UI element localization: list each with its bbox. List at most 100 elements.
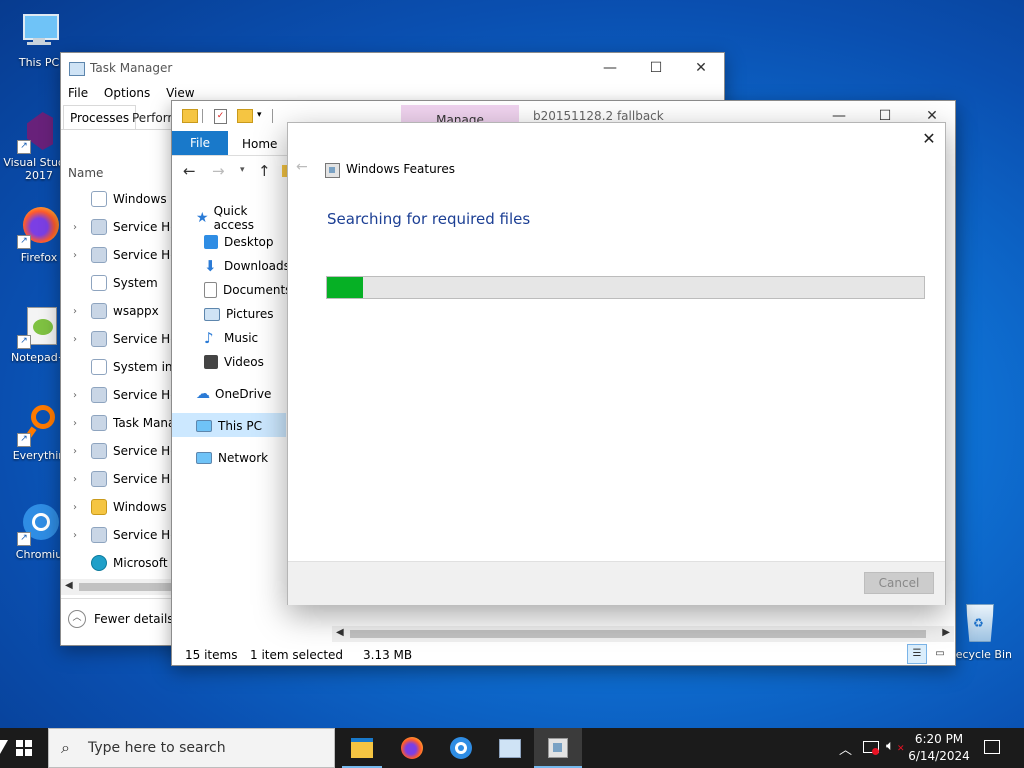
documents-icon	[204, 282, 217, 298]
footer-divider	[61, 598, 173, 599]
visual-studio-icon: ↗	[17, 110, 61, 154]
back-arrow-icon[interactable]: ←	[183, 162, 196, 180]
chromium-icon: ↗	[17, 502, 61, 546]
ribbon-file-tab[interactable]: File	[172, 131, 228, 155]
volume-muted-icon[interactable]: 🔈︎	[886, 738, 894, 754]
action-center-icon[interactable]	[984, 740, 1000, 754]
search-placeholder: Type here to search	[88, 740, 226, 756]
scrollbar-thumb[interactable]	[79, 583, 171, 591]
chevron-up-circle-icon: ︿	[68, 610, 86, 628]
scroll-right-icon[interactable]: ▶	[942, 627, 950, 638]
table-row[interactable]: › Service Hos	[65, 437, 185, 465]
nav-network[interactable]: Network	[196, 447, 268, 469]
table-row[interactable]: › Service Hos	[65, 521, 185, 549]
nav-pictures[interactable]: Pictures	[204, 303, 274, 325]
qat-divider	[202, 109, 203, 123]
new-folder-icon[interactable]	[237, 109, 253, 123]
nav-music-label: Music	[224, 331, 259, 345]
ribbon-home-tab[interactable]: Home	[242, 137, 277, 151]
nav-downloads[interactable]: ⬇ Downloads	[204, 255, 290, 277]
nav-onedrive[interactable]: ☁ OneDrive	[196, 383, 271, 405]
nav-videos[interactable]: Videos	[204, 351, 264, 373]
task-manager-titlebar[interactable]: Task Manager — ☐ ✕	[61, 53, 724, 83]
clock[interactable]: 6:20 PM 6/14/2024	[905, 731, 973, 765]
fewer-details-button[interactable]: ︿ Fewer details	[68, 610, 174, 628]
task-manager-app-icon	[69, 62, 85, 76]
table-row[interactable]: › Windows E	[65, 493, 185, 521]
recent-locations-icon[interactable]: ▾	[240, 165, 245, 175]
table-row[interactable]: › Service Hos	[65, 465, 185, 493]
show-hidden-icons-chevron-icon[interactable]: ︿	[839, 739, 852, 758]
app-window-icon	[91, 359, 107, 375]
nav-onedrive-label: OneDrive	[215, 387, 272, 401]
windows-features-icon	[325, 163, 340, 178]
nav-quick-access-label: Quick access	[213, 204, 254, 232]
clock-time: 6:20 PM	[914, 732, 964, 746]
gear-icon	[91, 219, 107, 235]
table-row[interactable]: › wsappx	[65, 297, 185, 325]
taskbar-chromium[interactable]	[437, 728, 485, 768]
nav-this-pc[interactable]: This PC	[196, 415, 262, 437]
dialog-close-button[interactable]: ✕	[913, 123, 945, 153]
ribbon-file-label: File	[189, 136, 211, 150]
horizontal-scrollbar[interactable]: ◀	[61, 579, 173, 595]
table-row[interactable]: › Service Hos	[65, 241, 185, 269]
table-row[interactable]: Microsoft E	[65, 549, 185, 577]
table-row[interactable]: › Task Manag	[65, 409, 185, 437]
chevron-right-icon: ›	[73, 529, 77, 541]
gear-icon	[91, 331, 107, 347]
nav-documents[interactable]: Documents	[204, 279, 291, 301]
shortcut-arrow-icon: ↗	[17, 335, 31, 349]
table-row[interactable]: › Service Hos	[65, 381, 185, 409]
taskbar-firefox[interactable]	[388, 728, 436, 768]
mouse-cursor-icon	[0, 740, 8, 754]
table-row[interactable]: Windows M	[65, 185, 185, 213]
taskbar-task-manager[interactable]	[486, 728, 534, 768]
details-view-button[interactable]: ☰	[907, 644, 927, 664]
dialog-footer: Cancel	[288, 561, 945, 605]
properties-icon[interactable]: ✓	[214, 109, 227, 124]
maximize-button[interactable]: ☐	[633, 53, 679, 83]
forward-arrow-icon[interactable]: →	[212, 162, 225, 180]
chevron-right-icon: ›	[73, 417, 77, 429]
search-box[interactable]: ⌕ Type here to search	[48, 728, 335, 768]
close-button[interactable]: ✕	[678, 53, 724, 83]
nav-desktop-label: Desktop	[224, 235, 274, 249]
notepadpp-icon: ↗	[17, 305, 61, 349]
task-manager-icon	[499, 738, 521, 758]
nav-desktop[interactable]: Desktop	[204, 231, 274, 253]
minimize-button[interactable]: —	[587, 53, 633, 83]
dialog-back-arrow-icon[interactable]: ←	[296, 159, 308, 175]
recycle-bin-icon: ♻	[954, 602, 998, 646]
table-row[interactable]: System inte	[65, 353, 185, 381]
up-arrow-icon[interactable]: ↑	[258, 162, 271, 180]
explorer-horizontal-scrollbar[interactable]: ◀ ▶	[332, 626, 954, 642]
column-header-name[interactable]: Name	[68, 166, 103, 180]
table-row[interactable]: › Service Hos	[65, 213, 185, 241]
table-row[interactable]: System	[65, 269, 185, 297]
large-icons-view-button[interactable]: ▭	[930, 644, 950, 664]
task-manager-title: Task Manager	[90, 61, 173, 75]
taskbar-windows-features[interactable]	[534, 728, 582, 768]
edge-icon	[91, 555, 107, 571]
status-selected: 1 item selected	[250, 648, 344, 662]
scroll-left-icon[interactable]: ◀	[65, 580, 73, 591]
nav-this-pc-label: This PC	[218, 419, 262, 433]
scrollbar-thumb[interactable]	[350, 630, 926, 638]
table-row[interactable]: › Service Hos	[65, 325, 185, 353]
app-window-icon	[91, 191, 107, 207]
menu-options[interactable]: Options	[104, 86, 150, 100]
task-manager-icon	[91, 415, 107, 431]
computer-icon	[196, 420, 212, 432]
taskbar-file-explorer[interactable]	[338, 728, 386, 768]
menu-file[interactable]: File	[68, 86, 88, 100]
cancel-button[interactable]: Cancel	[864, 572, 934, 594]
tab-processes[interactable]: Processes	[63, 105, 137, 130]
qat-dropdown-icon[interactable]: ▾	[257, 110, 262, 120]
scroll-left-icon[interactable]: ◀	[336, 627, 344, 638]
explorer-title: b20151128.2 fallback	[533, 109, 664, 123]
menu-view[interactable]: View	[166, 86, 194, 100]
music-note-icon: ♪	[204, 329, 214, 347]
nav-quick-access[interactable]: ★ Quick access	[196, 204, 286, 232]
nav-music[interactable]: ♪ Music	[204, 327, 258, 349]
